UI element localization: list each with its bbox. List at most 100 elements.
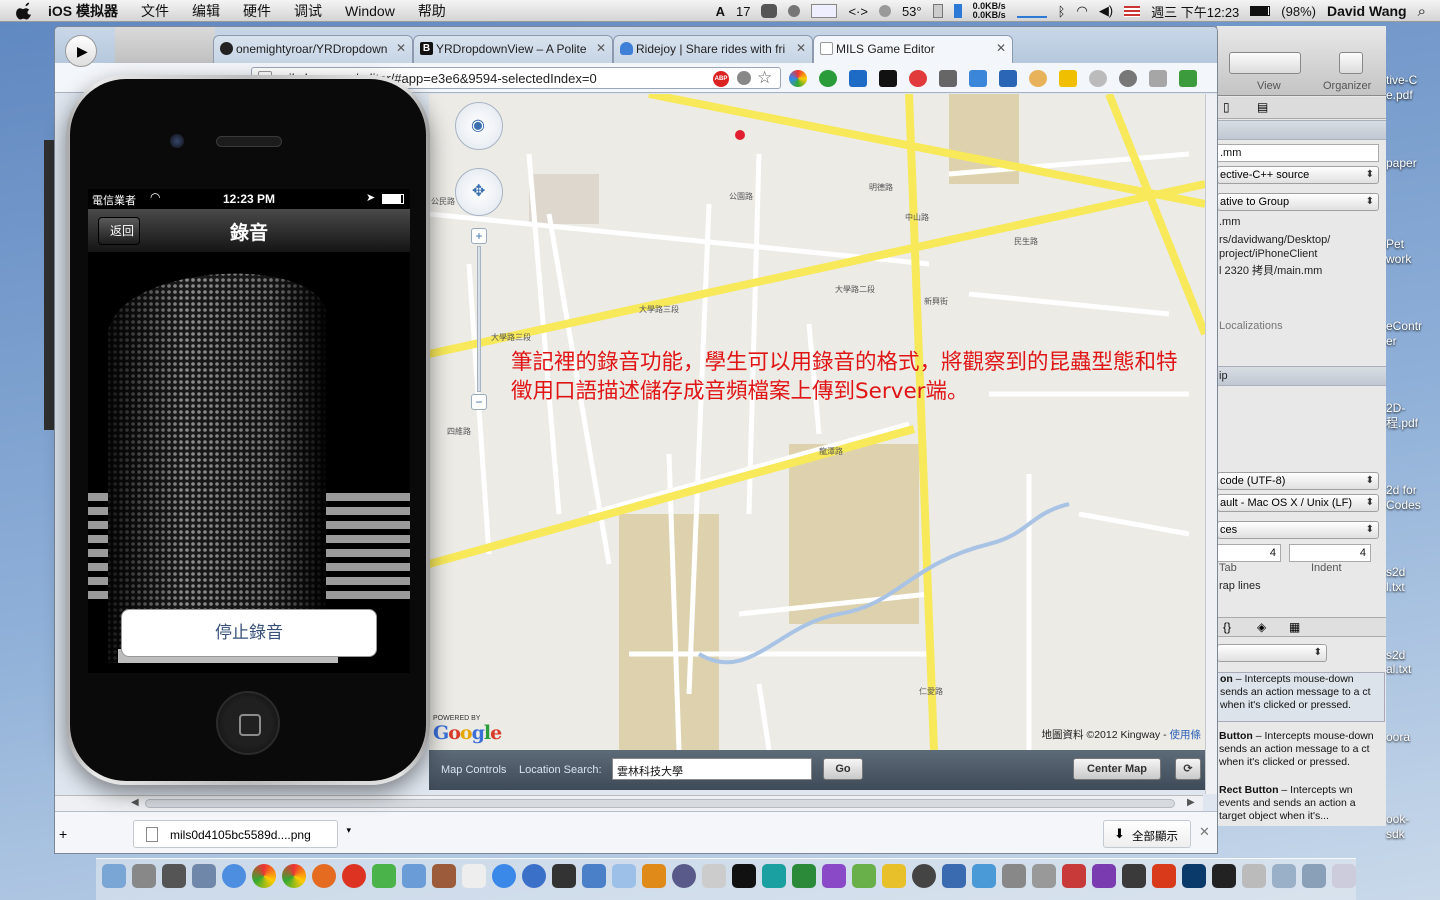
bug-icon[interactable] [939, 70, 957, 87]
opera-icon[interactable] [342, 864, 366, 888]
app-icon[interactable] [762, 864, 786, 888]
dictionary-icon[interactable] [432, 864, 456, 888]
launchpad-icon[interactable] [132, 864, 156, 888]
indent-using-popup[interactable]: ces [1217, 521, 1379, 539]
desktop-label[interactable]: s2d [1386, 565, 1405, 579]
tab-mils-game-editor[interactable]: MILS Game Editor ✕ [813, 35, 1013, 64]
media-library-icon[interactable]: ▦ [1289, 620, 1300, 634]
desktop-label[interactable]: e.pdf [1386, 88, 1413, 102]
network-speed[interactable]: 0.0KB/s 0.0KB/s [973, 2, 1006, 20]
file-inspector-icon[interactable]: ▯ [1223, 100, 1230, 114]
close-icon[interactable]: ✕ [396, 41, 406, 55]
puzzle-icon[interactable] [969, 70, 987, 87]
desktop-label[interactable]: er [1386, 334, 1397, 348]
evernote-clip-icon[interactable] [819, 70, 837, 87]
organizer-button[interactable] [1339, 52, 1363, 74]
map-canvas[interactable]: 大學路三段 大學路二段 大學路三段 中山路 明德路 公園路 龍潭路 新興街 仁愛… [429, 94, 1205, 750]
app-icon[interactable] [972, 864, 996, 888]
play-button[interactable]: ▶ [65, 35, 97, 67]
app-icon[interactable] [882, 864, 906, 888]
view-segmented-control[interactable] [1229, 52, 1301, 74]
lightbulb-icon[interactable] [737, 71, 751, 85]
add-icon[interactable]: + [59, 826, 67, 842]
google-logo[interactable]: Google [433, 722, 502, 744]
app-icon[interactable] [1092, 864, 1116, 888]
menu-debug[interactable]: 调试 [294, 1, 322, 21]
desktop-label[interactable]: Pet [1386, 237, 1404, 251]
menu-help[interactable]: 帮助 [418, 1, 446, 21]
refresh-button[interactable]: ⟳ [1175, 758, 1201, 780]
map-view[interactable]: 大學路三段 大學路二段 大學路三段 中山路 明德路 公園路 龍潭路 新興街 仁愛… [429, 94, 1205, 750]
desktop-label[interactable]: eContr [1386, 319, 1422, 333]
chrome-icon[interactable] [252, 864, 276, 888]
tab-width-field[interactable]: 4 [1217, 544, 1281, 562]
firefox-icon[interactable] [312, 864, 336, 888]
library-item-button[interactable]: on – Intercepts mouse-down sends an acti… [1217, 672, 1385, 722]
trash-icon[interactable] [1332, 864, 1356, 888]
library-item-button[interactable]: Button – Intercepts mouse-down sends an … [1217, 730, 1385, 780]
terms-link[interactable]: 使用條 [1170, 729, 1202, 741]
folder-icon[interactable] [1059, 70, 1077, 87]
app-icon[interactable] [702, 864, 726, 888]
weather-icon[interactable] [878, 5, 891, 17]
bookmark-star-icon[interactable]: ☆ [757, 68, 772, 88]
waves-icon[interactable] [849, 70, 867, 87]
zoom-out-button[interactable]: − [471, 394, 487, 410]
desktop-label[interactable]: 2d for [1386, 483, 1417, 497]
finder-icon[interactable] [102, 864, 126, 888]
menu-hardware[interactable]: 硬件 [243, 1, 271, 21]
scroll-right-arrow-icon[interactable]: ▶ [1187, 797, 1195, 808]
horizontal-scrollbar[interactable]: ◀ ▶ [55, 795, 1203, 811]
acrobat-icon[interactable] [1152, 864, 1176, 888]
cpu-icon[interactable] [932, 4, 943, 18]
bluetooth-icon[interactable]: ᛒ [1058, 4, 1066, 19]
network-graph-icon[interactable] [1016, 4, 1047, 18]
download-arrow-icon[interactable] [999, 70, 1017, 87]
desktop-label[interactable]: 程.pdf [1386, 416, 1418, 430]
app-icon[interactable] [372, 864, 396, 888]
app-icon[interactable] [672, 864, 696, 888]
terminal-icon[interactable] [732, 864, 756, 888]
desktop-label[interactable]: tive-C [1386, 73, 1417, 87]
show-all-downloads-button[interactable]: ⬇ 全部顯示 [1103, 820, 1191, 848]
desktop-label[interactable]: l.txt [1386, 580, 1405, 594]
object-library-icon[interactable]: ◈ [1257, 620, 1266, 634]
unity-icon[interactable] [552, 864, 576, 888]
map-view-control[interactable]: ◉ [455, 102, 503, 150]
desktop-label[interactable]: 2D- [1386, 401, 1405, 415]
itunes-icon[interactable] [522, 864, 546, 888]
scroll-thumb[interactable] [145, 799, 1175, 808]
menu-edit[interactable]: 编辑 [192, 1, 220, 21]
go-button[interactable]: Go [823, 758, 863, 780]
app-icon[interactable] [792, 864, 816, 888]
chrome-canary-icon[interactable] [282, 864, 306, 888]
documents-stack-icon[interactable] [1272, 864, 1296, 888]
code-icon[interactable]: <·> [848, 4, 868, 19]
close-icon[interactable]: ✕ [796, 41, 806, 55]
safari-icon[interactable] [222, 864, 246, 888]
desktop-label[interactable]: sdk [1386, 827, 1405, 841]
xcode-icon[interactable] [582, 864, 606, 888]
datetime[interactable]: 週三 下午12:23 [1151, 2, 1239, 21]
tab-ridejoy[interactable]: Ridejoy | Share rides with fri ✕ [613, 35, 813, 63]
menu-window[interactable]: Window [345, 3, 395, 19]
stop-recording-button[interactable]: 停止錄音 [121, 609, 377, 657]
cookie-icon[interactable] [1029, 70, 1047, 87]
system-preferences-icon[interactable] [642, 864, 666, 888]
evernote-icon[interactable] [761, 4, 778, 18]
app-icon[interactable] [1242, 864, 1266, 888]
scroll-left-arrow-icon[interactable]: ◀ [131, 797, 139, 808]
zoom-slider[interactable] [477, 246, 481, 392]
preview-icon[interactable] [192, 864, 216, 888]
file-name-field[interactable]: .mm [1217, 144, 1379, 162]
indent-width-field[interactable]: 4 [1289, 544, 1371, 562]
desktop-label[interactable]: s2d [1386, 648, 1405, 662]
desktop-label[interactable]: oora [1386, 730, 1410, 744]
app-store-icon[interactable] [492, 864, 516, 888]
search-glass-icon[interactable] [1089, 70, 1107, 87]
ring-icon[interactable] [909, 70, 927, 87]
file-type-popup[interactable]: ective-C++ source [1217, 166, 1379, 184]
library-filter-popup[interactable] [1217, 644, 1327, 662]
quick-help-icon[interactable]: ▤ [1257, 100, 1268, 114]
app-icon[interactable] [912, 864, 936, 888]
